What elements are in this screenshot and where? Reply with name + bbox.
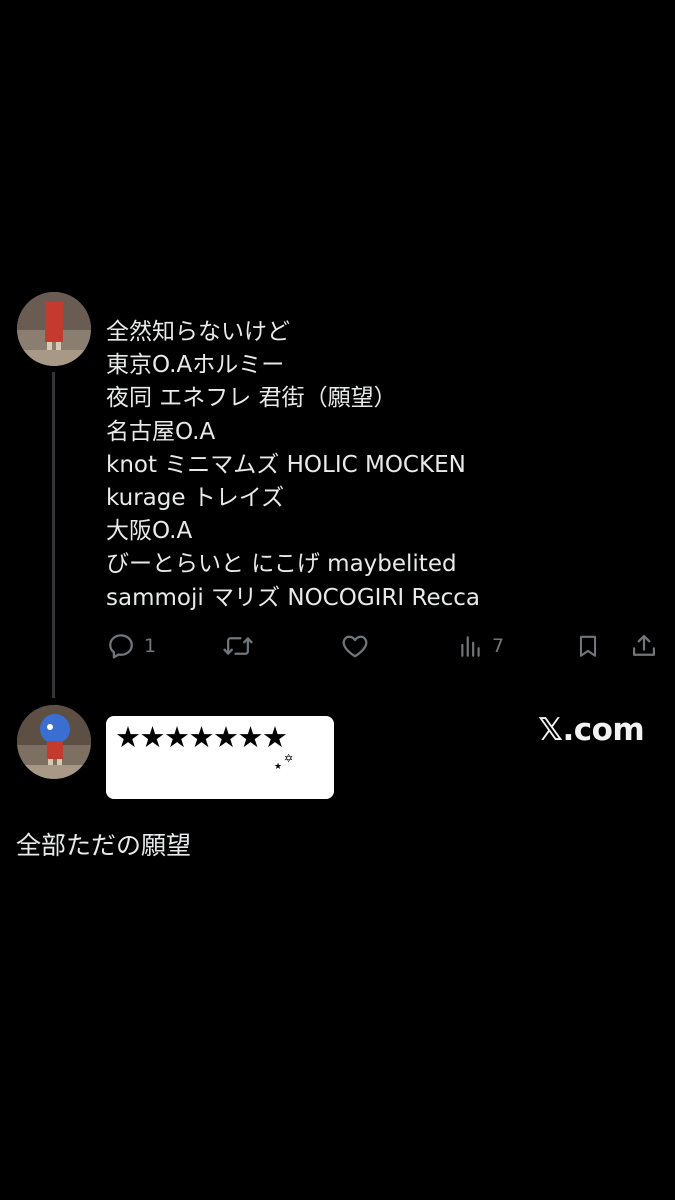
tweet-line: kurage トレイズ <box>106 485 285 512</box>
tweet-line: knot ミニマムズ HOLIC MOCKEN <box>106 451 466 478</box>
retweet-icon <box>223 637 253 655</box>
views-button[interactable]: 7 <box>458 628 504 664</box>
avatar-image <box>17 292 91 366</box>
bookmark-button[interactable] <box>575 628 601 664</box>
tweet-line: びーとらいと にこげ maybelited <box>106 551 457 578</box>
tweet-line: 夜同 エネフレ 君街（願望） <box>106 385 397 412</box>
reply-count: 1 <box>144 635 157 657</box>
tweet-line: 全然知らないけど <box>106 319 290 345</box>
redacted-display-name: ★★★★★★★ ★ ✡ <box>106 716 334 799</box>
caption-text: 全部ただの願望 <box>16 831 192 860</box>
share-button[interactable] <box>630 628 658 664</box>
views-count: 7 <box>492 635 505 657</box>
reply-icon <box>109 634 133 659</box>
views-icon <box>461 636 480 657</box>
avatar-image <box>17 705 91 779</box>
share-icon <box>632 634 656 656</box>
redaction-stars: ★★★★★★★ <box>115 720 288 754</box>
avatar[interactable] <box>17 292 91 366</box>
avatar[interactable] <box>17 705 91 779</box>
x-com-watermark: 𝕏.com <box>538 712 645 748</box>
redaction-star-small: ★ <box>274 762 283 772</box>
tweet-text: 全然知らないけど 東京O.Aホルミー 夜同 エネフレ 君街（願望） 名古屋O.A… <box>106 316 646 615</box>
heart-icon <box>342 635 368 658</box>
tweet-line: 大阪O.A <box>106 518 193 545</box>
tweet-line: 名古屋O.A <box>106 418 216 445</box>
tweet-line: sammoji マリズ NOCOGIRI Recca <box>106 584 480 611</box>
retweet-button[interactable] <box>222 628 262 664</box>
tweet-action-bar: 1 7 <box>0 628 675 664</box>
redaction-star-hexagram: ✡ <box>284 752 294 765</box>
bookmark-icon <box>579 635 597 657</box>
like-button[interactable] <box>340 628 378 664</box>
reply-button[interactable]: 1 <box>106 628 156 664</box>
tweet-line: 東京O.Aホルミー <box>106 352 285 379</box>
